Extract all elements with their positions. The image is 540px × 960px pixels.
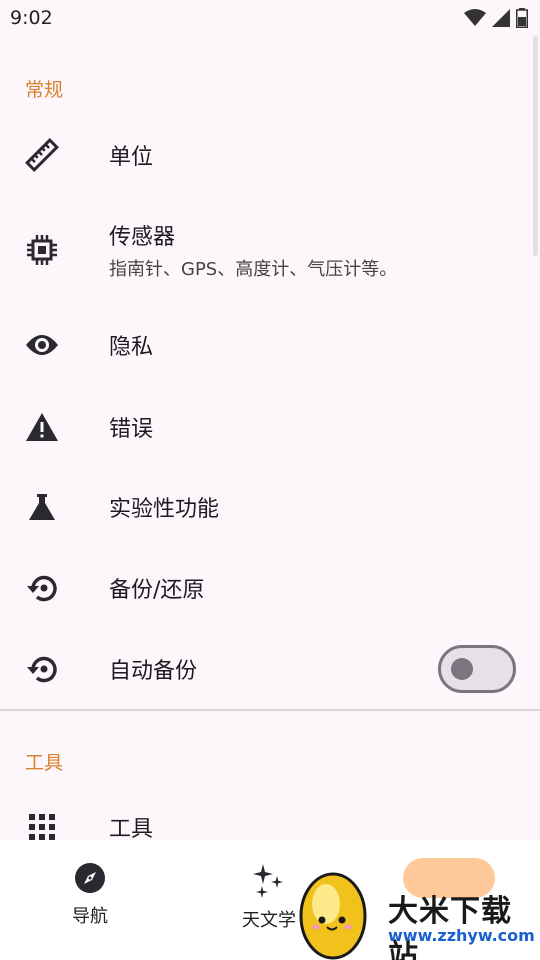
settings-item-label: 传感器: [109, 225, 176, 250]
status-bar: 9:02: [0, 0, 540, 36]
compass-icon: [75, 863, 105, 893]
settings-item-errors[interactable]: 错误: [0, 392, 540, 462]
settings-item-label: 工具: [109, 817, 154, 842]
battery-icon: [516, 8, 528, 28]
restore-icon: [24, 651, 60, 687]
settings-item-units[interactable]: 单位: [0, 120, 540, 190]
watermark: 大米下载站 www.zzhyw.com: [296, 856, 540, 960]
eye-icon: [24, 327, 60, 363]
settings-item-label: 备份/还原: [109, 578, 205, 603]
auto-backup-toggle[interactable]: [438, 645, 516, 693]
wifi-icon: [464, 9, 486, 26]
settings-item-label: 隐私: [109, 335, 154, 360]
settings-item-label: 错误: [109, 417, 154, 442]
settings-item-description: 指南针、GPS、高度计、气压计等。: [109, 259, 398, 280]
settings-item-privacy[interactable]: 隐私: [0, 310, 540, 380]
signal-icon: [492, 9, 510, 27]
nav-label: 天文学: [242, 910, 296, 931]
toggle-knob: [451, 658, 473, 680]
section-divider: [0, 709, 540, 711]
watermark-text: 大米下载站: [388, 894, 512, 960]
ruler-icon: [24, 137, 60, 173]
settings-item-auto-backup[interactable]: 自动备份: [0, 634, 540, 704]
section-header-general: 常规: [25, 79, 64, 101]
nav-item-navigation[interactable]: 导航: [35, 862, 145, 928]
warning-icon: [24, 409, 60, 445]
settings-item-sensors[interactable]: 传感器 指南针、GPS、高度计、气压计等。: [0, 212, 540, 288]
settings-item-backup[interactable]: 备份/还原: [0, 553, 540, 623]
watermark-url: www.zzhyw.com: [388, 926, 535, 945]
settings-item-experimental[interactable]: 实验性功能: [0, 472, 540, 542]
status-time: 9:02: [10, 7, 53, 29]
status-icons: [464, 8, 528, 28]
sparkles-icon: [253, 864, 283, 898]
watermark-logo-icon: [299, 872, 367, 960]
section-header-tools: 工具: [25, 752, 64, 774]
settings-item-label: 自动备份: [109, 659, 198, 684]
settings-item-label: 实验性功能: [109, 497, 220, 522]
flask-icon: [24, 489, 60, 525]
settings-item-label: 单位: [109, 145, 154, 170]
restore-icon: [24, 570, 60, 606]
chip-icon: [24, 232, 60, 268]
nav-label: 导航: [72, 906, 108, 927]
